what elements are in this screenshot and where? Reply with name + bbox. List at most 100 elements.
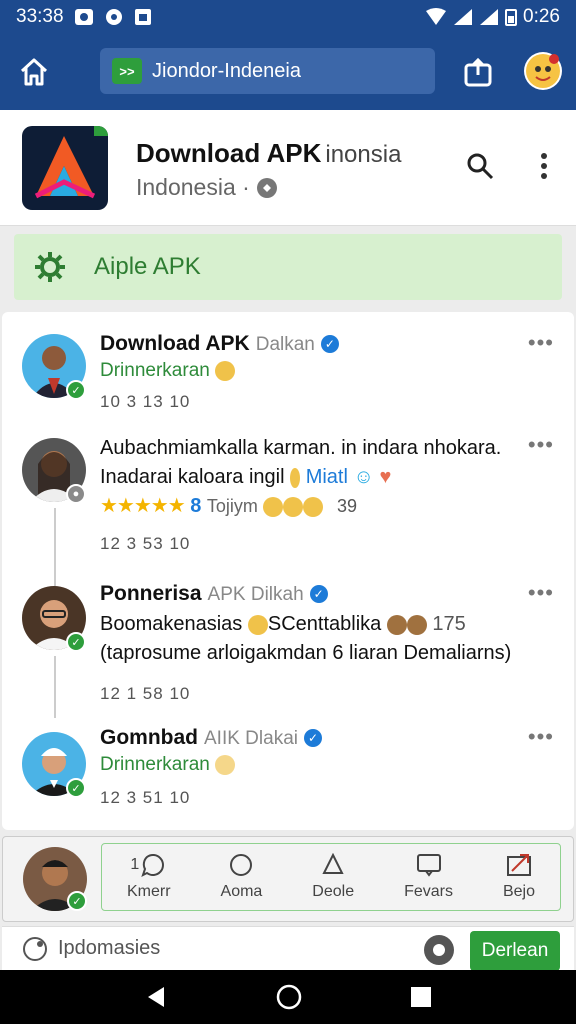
emoji-icon xyxy=(215,360,236,381)
post-author: Download APK Dalkan ✓ xyxy=(100,332,339,356)
battery-icon xyxy=(505,9,518,26)
emoji-icon xyxy=(303,496,324,517)
signal-icon-2 xyxy=(480,9,499,25)
action-panel: ✓ 1 Kmerr Aoma Deole Fevars Bejo xyxy=(2,836,574,922)
verified-badge-icon: ✓ xyxy=(66,380,86,400)
more-icon[interactable]: ••• xyxy=(528,330,554,356)
category-banner[interactable]: Aiple APK xyxy=(14,234,562,300)
action-prefix: 1 xyxy=(130,856,140,873)
home-icon[interactable] xyxy=(14,52,54,92)
post-author: Ponnerisa APK Dilkah ✓ xyxy=(100,582,328,606)
post-body: Aubachmiamkalla karman. in indara nhokar… xyxy=(100,434,501,521)
subtitle-text: Drinnerkaran xyxy=(100,754,210,775)
share-icon[interactable] xyxy=(458,52,498,92)
post-stats: 12 3 53 10 xyxy=(100,534,191,553)
back-icon[interactable] xyxy=(144,985,168,1009)
signal-icon xyxy=(454,9,473,25)
smile-icon: ☺ xyxy=(353,466,374,488)
app-logo-icon xyxy=(34,126,108,199)
comment-feed: ✓ Download APK Dalkan ✓ ••• Drinnerkaran 1… xyxy=(2,312,574,830)
post-text-line-2: (taprosume arloigakmdan 6 liaran Demalia… xyxy=(100,642,512,664)
app-header-card: Download APK inonsia Indonesia · xyxy=(0,110,576,226)
site-favicon: >> xyxy=(112,58,142,84)
share-arrow-icon xyxy=(506,854,531,876)
post-text-line-2-main: Inadarai kaloara ingil xyxy=(100,466,285,488)
heart-icon xyxy=(230,854,253,876)
emoji-icon xyxy=(247,614,268,635)
verified-icon: ✓ xyxy=(309,585,328,604)
download-action[interactable]: Deole xyxy=(312,853,354,901)
attach-icon[interactable] xyxy=(22,936,48,962)
author-name: Gomnbad xyxy=(100,726,198,749)
post-stats: 12 3 51 10 xyxy=(100,788,191,807)
status-time: 33:38 xyxy=(16,6,64,27)
reaction-count: 175 xyxy=(432,613,466,635)
post-rating-line: ★★★★★ 8 Tojiym 39 xyxy=(100,492,501,521)
action-bar: 1 Kmerr Aoma Deole Fevars Bejo xyxy=(101,843,561,911)
reaction-count: 39 xyxy=(337,496,358,516)
verified-badge-icon: ✓ xyxy=(67,891,87,911)
comment-action[interactable]: 1 Kmerr xyxy=(127,853,171,901)
post-stats: 12 1 58 10 xyxy=(100,684,191,703)
author-extra: Dalkan xyxy=(255,334,315,355)
rating-stars: ★★★★★ xyxy=(100,495,186,517)
system-nav-bar xyxy=(0,970,576,1024)
emoji-icon xyxy=(290,467,301,488)
recents-icon[interactable] xyxy=(410,986,432,1008)
url-bar[interactable]: >> Jiondor-Indeneia xyxy=(100,48,435,94)
send-button[interactable]: Derlean xyxy=(470,931,560,971)
info-icon xyxy=(256,177,277,198)
post-author: Gomnbad AIIK Dlakai ✓ xyxy=(100,726,322,750)
home-circle-icon[interactable] xyxy=(276,984,302,1010)
app-title: Download APK inonsia xyxy=(136,138,401,169)
post-tag: Tojiym xyxy=(206,496,258,516)
emoji-icon xyxy=(263,496,284,517)
comment-icon xyxy=(141,854,165,877)
action-label: Fevars xyxy=(404,883,453,900)
browser-toolbar: >> Jiondor-Indeneia xyxy=(0,34,576,110)
app-subtitle-text: Indonesia · xyxy=(136,174,250,200)
status-bar: 33:38 0:26 xyxy=(0,0,576,34)
more-options-icon[interactable] xyxy=(524,146,564,186)
url-text: Jiondor-Indeneia xyxy=(152,59,301,82)
wifi-icon xyxy=(426,8,447,25)
reply-input[interactable]: Ipdomasies xyxy=(58,937,160,960)
verified-icon: ✓ xyxy=(320,335,339,354)
search-icon[interactable] xyxy=(460,146,500,186)
reaction-icon: ♥ xyxy=(379,466,392,488)
emoji-icon xyxy=(386,614,407,635)
banner-label: Aiple APK xyxy=(94,253,201,280)
more-icon[interactable]: ••• xyxy=(528,580,554,606)
like-action[interactable]: Aoma xyxy=(220,853,263,901)
sync-icon xyxy=(105,9,122,25)
post-subtitle: Drinnerkaran xyxy=(100,754,236,776)
app-title-text: Download APK xyxy=(136,138,322,168)
emoji-icon xyxy=(283,496,304,517)
app-title-extra: inonsia xyxy=(325,141,402,168)
profile-avatar[interactable] xyxy=(524,52,562,90)
more-icon[interactable]: ••• xyxy=(528,724,554,750)
status-badge-icon: ● xyxy=(66,484,86,504)
verified-icon: ✓ xyxy=(303,729,322,748)
camera-icon[interactable] xyxy=(422,933,456,967)
battery-level: 0:26 xyxy=(523,6,560,27)
post-subtitle: Drinnerkaran xyxy=(100,360,236,382)
post-text-line-1: Aubachmiamkalla karman. in indara nhokar… xyxy=(100,437,502,459)
action-label: Aoma xyxy=(220,883,263,900)
notification-icon xyxy=(74,9,93,25)
share-action[interactable]: Bejo xyxy=(503,853,535,901)
post-text-line-1: Boomakenasias SCenttablika 175 xyxy=(100,610,511,639)
verified-badge-icon: ✓ xyxy=(66,632,86,652)
thread-line xyxy=(54,656,56,718)
app-notification-icon xyxy=(134,9,151,25)
message-icon xyxy=(416,854,441,877)
rating-count: 8 xyxy=(190,495,202,517)
app-logo xyxy=(22,126,108,210)
emoji-icon xyxy=(406,614,427,635)
emoji-icon xyxy=(215,754,236,775)
mention-link[interactable]: Miatl xyxy=(306,466,348,488)
more-icon[interactable]: ••• xyxy=(528,432,554,458)
action-label: Kmerr xyxy=(126,883,171,900)
app-subtitle: Indonesia · xyxy=(136,174,278,201)
favorite-action[interactable]: Fevars xyxy=(404,853,453,901)
